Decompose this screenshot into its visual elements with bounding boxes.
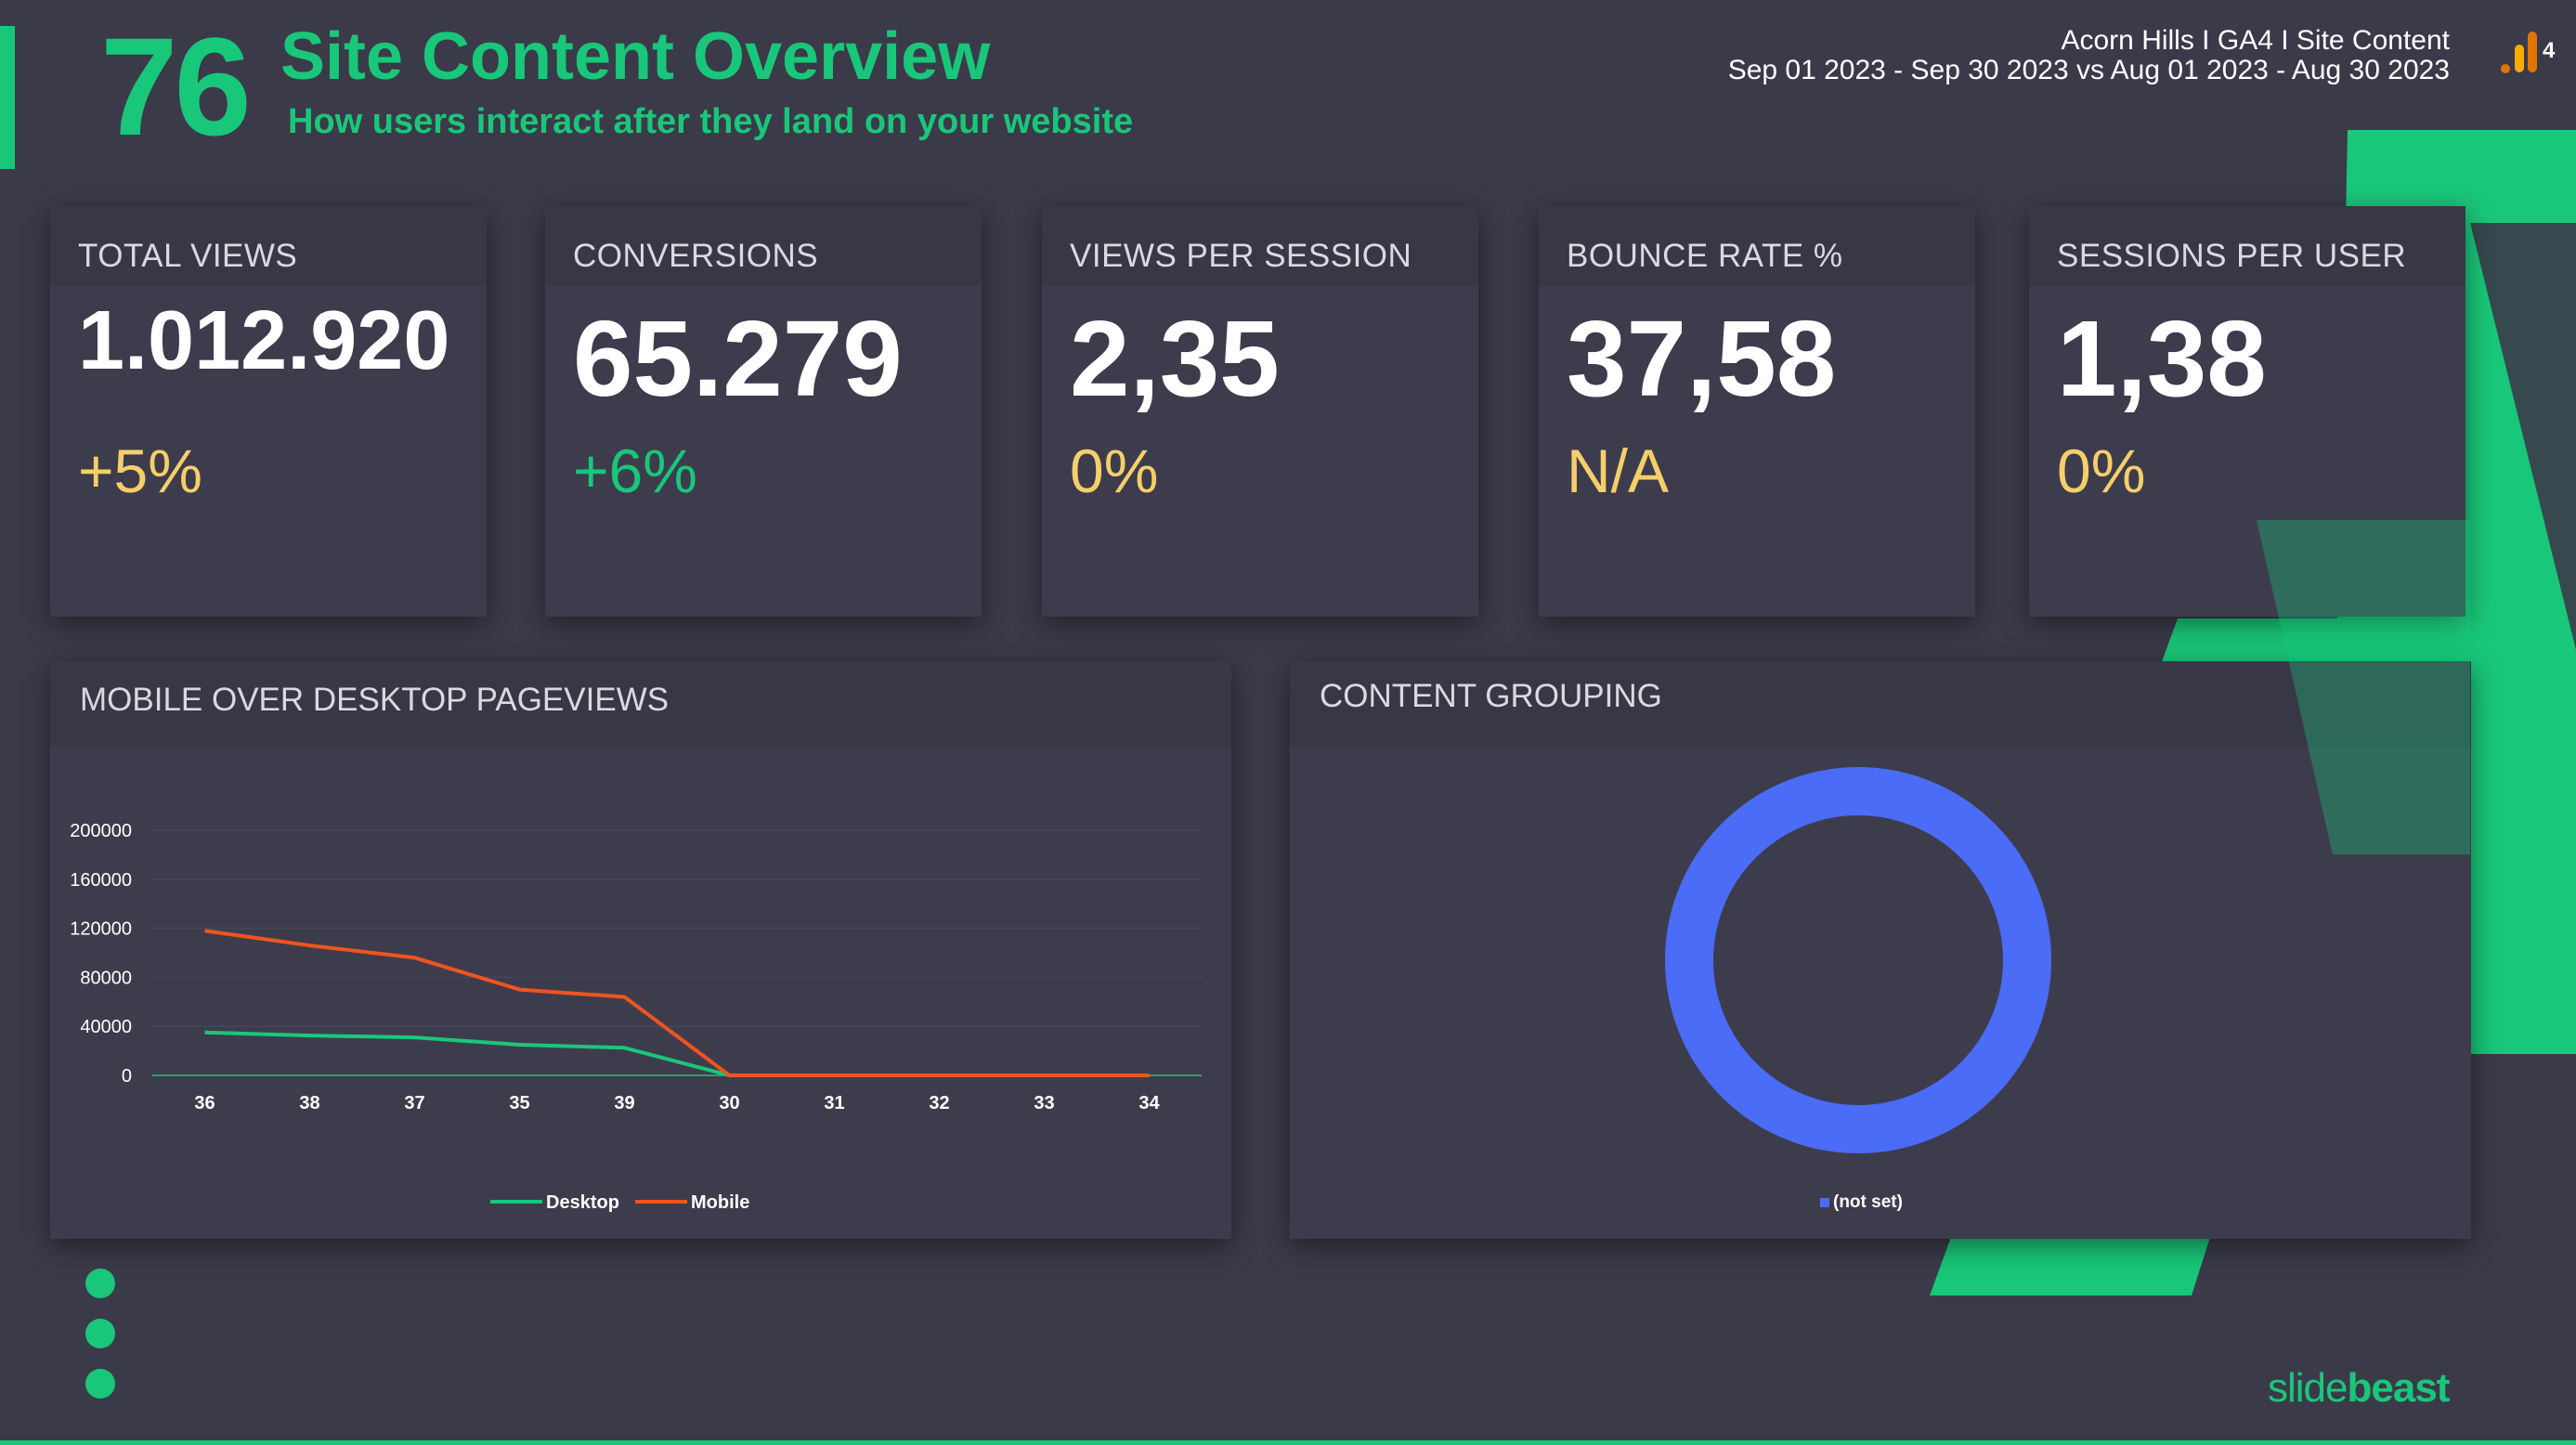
y-tick-label: 0 — [122, 1066, 132, 1087]
slidebeast-logo: slidebeast — [2268, 1365, 2451, 1412]
kpi-value: 1.012.920 — [78, 294, 450, 387]
kpi-delta: 0% — [1070, 436, 1159, 505]
logo-light: slide — [2268, 1365, 2348, 1411]
y-tick-label: 160000 — [70, 870, 132, 891]
legend-label: Desktop — [546, 1192, 619, 1213]
kpi-card-sessions-per-user: SESSIONS PER USER 1,38 0% — [2029, 206, 2465, 617]
kpi-value: 2,35 — [1070, 298, 1280, 419]
x-tick-label: 33 — [1034, 1093, 1054, 1113]
mobile-desktop-pageviews-panel: MOBILE OVER DESKTOP PAGEVIEWS 200000 1600… — [50, 661, 1231, 1239]
content-grouping-donut-chart: (not set) — [1665, 767, 2051, 1212]
report-info: Acorn Hills I GA4 I Site Content Sep 01 … — [1728, 26, 2450, 85]
kpi-value: 37,58 — [1567, 298, 1837, 419]
legend-label: (not set) — [1833, 1192, 1903, 1212]
slide-number: 76 — [100, 8, 252, 164]
date-range: Sep 01 2023 - Sep 30 2023 vs Aug 01 2023… — [1727, 55, 2450, 85]
kpi-card-bounce-rate: BOUNCE RATE % 37,58 N/A — [1539, 206, 1975, 617]
dot — [85, 1319, 115, 1348]
series-line-desktop — [204, 1030, 1150, 1077]
x-tick-label: 37 — [404, 1093, 424, 1113]
kpi-value: 1,38 — [2057, 298, 2267, 419]
y-tick-label: 80000 — [80, 968, 132, 988]
kpi-label: BOUNCE RATE % — [1567, 238, 1843, 274]
dot — [85, 1369, 115, 1399]
x-tick-label: 32 — [929, 1093, 949, 1113]
y-tick-label: 120000 — [70, 919, 132, 940]
bottom-accent-line — [0, 1440, 2576, 1445]
x-tick-label: 30 — [719, 1093, 739, 1113]
kpi-label: CONVERSIONS — [573, 238, 819, 274]
y-tick-label: 200000 — [70, 821, 132, 841]
kpi-card-views-per-session: VIEWS PER SESSION 2,35 0% — [1042, 206, 1478, 617]
page-title: Site Content Overview — [280, 20, 991, 94]
legend-label: Mobile — [691, 1192, 749, 1213]
page-subtitle: How users interact after they land on yo… — [288, 102, 1134, 141]
x-tick-label: 34 — [1138, 1093, 1160, 1113]
pageviews-line-chart: 200000 160000 120000 80000 40000 0 36 38 37 35 39 3… — [70, 821, 1202, 1213]
kpi-card-total-views: TOTAL VIEWS 1.012.920 +5% — [50, 206, 487, 617]
x-tick-label: 36 — [194, 1093, 215, 1113]
kpi-label: SESSIONS PER USER — [2057, 238, 2407, 274]
x-tick-label: 35 — [509, 1093, 529, 1113]
y-tick-label: 40000 — [80, 1017, 132, 1037]
report-name: Acorn Hills I GA4 I Site Content — [2061, 25, 2450, 56]
x-tick-label: 39 — [614, 1093, 634, 1113]
kpi-delta: 0% — [2057, 436, 2146, 505]
kpi-delta: +6% — [573, 436, 697, 505]
x-tick-label: 38 — [299, 1093, 319, 1113]
kpi-label: VIEWS PER SESSION — [1070, 238, 1412, 274]
google-analytics-icon: 4 — [2501, 32, 2556, 73]
kpi-label: TOTAL VIEWS — [78, 238, 298, 274]
logo-bold: beast — [2347, 1365, 2451, 1411]
kpi-value: 65.279 — [573, 298, 903, 419]
donut-slice — [1665, 767, 2051, 1153]
content-grouping-panel: CONTENT GROUPING (not set) — [1290, 661, 2471, 1239]
ga4-badge: 4 — [2543, 38, 2556, 63]
x-tick-label: 31 — [824, 1093, 844, 1113]
dot — [85, 1269, 115, 1298]
series-line-mobile — [204, 929, 1150, 1077]
legend-swatch — [1820, 1198, 1829, 1207]
kpi-card-conversions: CONVERSIONS 65.279 +6% — [545, 206, 982, 617]
kpi-delta: +5% — [78, 436, 202, 505]
kpi-delta: N/A — [1567, 436, 1670, 505]
header-accent-bar — [0, 26, 15, 169]
